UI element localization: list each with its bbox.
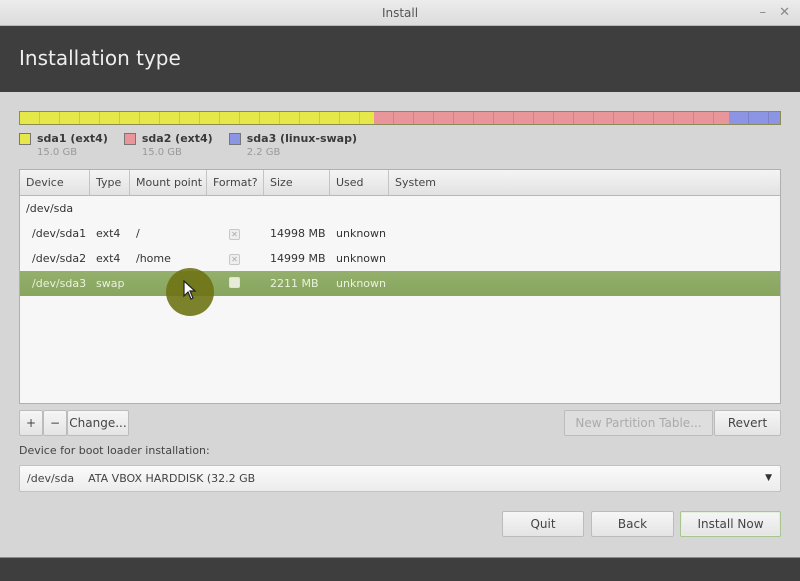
new-partition-table-button[interactable]: New Partition Table... xyxy=(564,410,713,436)
table-body: /dev/sda/dev/sda1 ext4 / ✕ 14998 MB unknown/d… xyxy=(20,196,780,296)
legend-label: sda2 (ext4) xyxy=(141,132,213,145)
cell-used: unknown xyxy=(336,277,386,290)
cell-device: /dev/sda2 xyxy=(32,252,87,265)
column-size[interactable]: Size xyxy=(264,170,330,195)
partition-legend: sda1 (ext4) 15.0 GB sda2 (ext4) 15.0 GB sda3… xyxy=(19,132,373,158)
cell-type: ext4 xyxy=(96,252,121,265)
table-row[interactable]: /dev/sda3 swap 2211 MB unknown xyxy=(20,271,780,296)
column-type[interactable]: Type xyxy=(90,170,130,195)
add-partition-button[interactable]: + xyxy=(19,410,43,436)
bootloader-device-value: /dev/sda ATA VBOX HARDDISK (32.2 GB xyxy=(27,472,256,485)
legend-item: sda2 (ext4) 15.0 GB xyxy=(123,132,213,158)
close-icon[interactable]: ✕ xyxy=(779,0,790,26)
title-bar: Install – ✕ xyxy=(0,0,800,26)
window-title: Install xyxy=(381,6,419,20)
install-now-button[interactable]: Install Now xyxy=(680,511,781,537)
cell-format: ✕ xyxy=(207,252,264,265)
remove-partition-button[interactable]: − xyxy=(43,410,67,436)
partition-bar xyxy=(19,111,781,125)
cell-device: /dev/sda1 xyxy=(32,227,87,240)
legend-swatch xyxy=(19,132,31,145)
cell-size: 14999 MB xyxy=(270,252,326,265)
cell-type: swap xyxy=(96,277,125,290)
legend-size: 2.2 GB xyxy=(246,147,281,158)
legend-swatch xyxy=(123,132,136,145)
bootloader-device-select[interactable]: /dev/sda ATA VBOX HARDDISK (32.2 GB ▼ xyxy=(19,465,781,492)
cell-size: 2211 MB xyxy=(270,277,319,290)
format-checkbox[interactable] xyxy=(229,276,240,288)
cell-format: ✕ xyxy=(207,227,264,240)
bootloader-label: Device for boot loader installation: xyxy=(19,444,210,457)
format-checkbox[interactable]: ✕ xyxy=(229,229,240,240)
cell-used: unknown xyxy=(336,227,386,240)
revert-button[interactable]: Revert xyxy=(714,410,781,436)
partition-segment xyxy=(374,112,729,124)
partition-table: Device Type Mount point Format? Size Use… xyxy=(19,169,781,404)
legend-item: sda1 (ext4) 15.0 GB xyxy=(19,132,108,158)
column-device[interactable]: Device xyxy=(20,170,90,195)
table-row[interactable]: /dev/sda2 ext4/home ✕ 14999 MB unknown xyxy=(20,246,780,271)
page-title: Installation type xyxy=(19,46,181,70)
table-header: Device Type Mount point Format? Size Use… xyxy=(20,170,780,196)
legend-size: 15.0 GB xyxy=(141,147,182,158)
cell-used: unknown xyxy=(336,252,386,265)
column-system[interactable]: System xyxy=(389,170,780,195)
cell-mount: / xyxy=(136,227,140,240)
cell-mount: /home xyxy=(136,252,171,265)
dropdown-arrow-icon: ▼ xyxy=(765,473,772,483)
mouse-pointer-icon xyxy=(183,280,197,300)
change-partition-button[interactable]: Change... xyxy=(67,410,129,436)
minimize-icon[interactable]: – xyxy=(760,0,767,26)
legend-label: sda3 (linux-swap) xyxy=(246,132,357,145)
cell-format xyxy=(207,276,264,291)
table-row[interactable]: /dev/sda1 ext4 / ✕ 14998 MB unknown xyxy=(20,221,780,246)
legend-item: sda3 (linux-swap) 2.2 GB xyxy=(228,132,357,158)
installer-window: Install – ✕ Installation type sda1 (ext4… xyxy=(0,0,800,581)
cell-device: /dev/sda xyxy=(26,202,74,215)
cell-size: 14998 MB xyxy=(270,227,326,240)
legend-swatch xyxy=(228,132,241,145)
legend-size: 15.0 GB xyxy=(37,147,78,158)
cell-device: /dev/sda3 xyxy=(32,277,87,290)
footer-bar xyxy=(0,557,800,581)
partition-segment xyxy=(728,112,780,124)
column-mount-point[interactable]: Mount point xyxy=(130,170,207,195)
back-button[interactable]: Back xyxy=(591,511,674,537)
page-header: Installation type xyxy=(0,26,800,92)
cell-type: ext4 xyxy=(96,227,121,240)
partition-segment xyxy=(20,112,375,124)
column-used[interactable]: Used xyxy=(330,170,389,195)
format-checkbox[interactable]: ✕ xyxy=(229,254,240,265)
column-format[interactable]: Format? xyxy=(207,170,264,195)
quit-button[interactable]: Quit xyxy=(502,511,584,537)
table-row[interactable]: /dev/sda xyxy=(20,196,780,221)
legend-label: sda1 (ext4) xyxy=(37,132,108,145)
